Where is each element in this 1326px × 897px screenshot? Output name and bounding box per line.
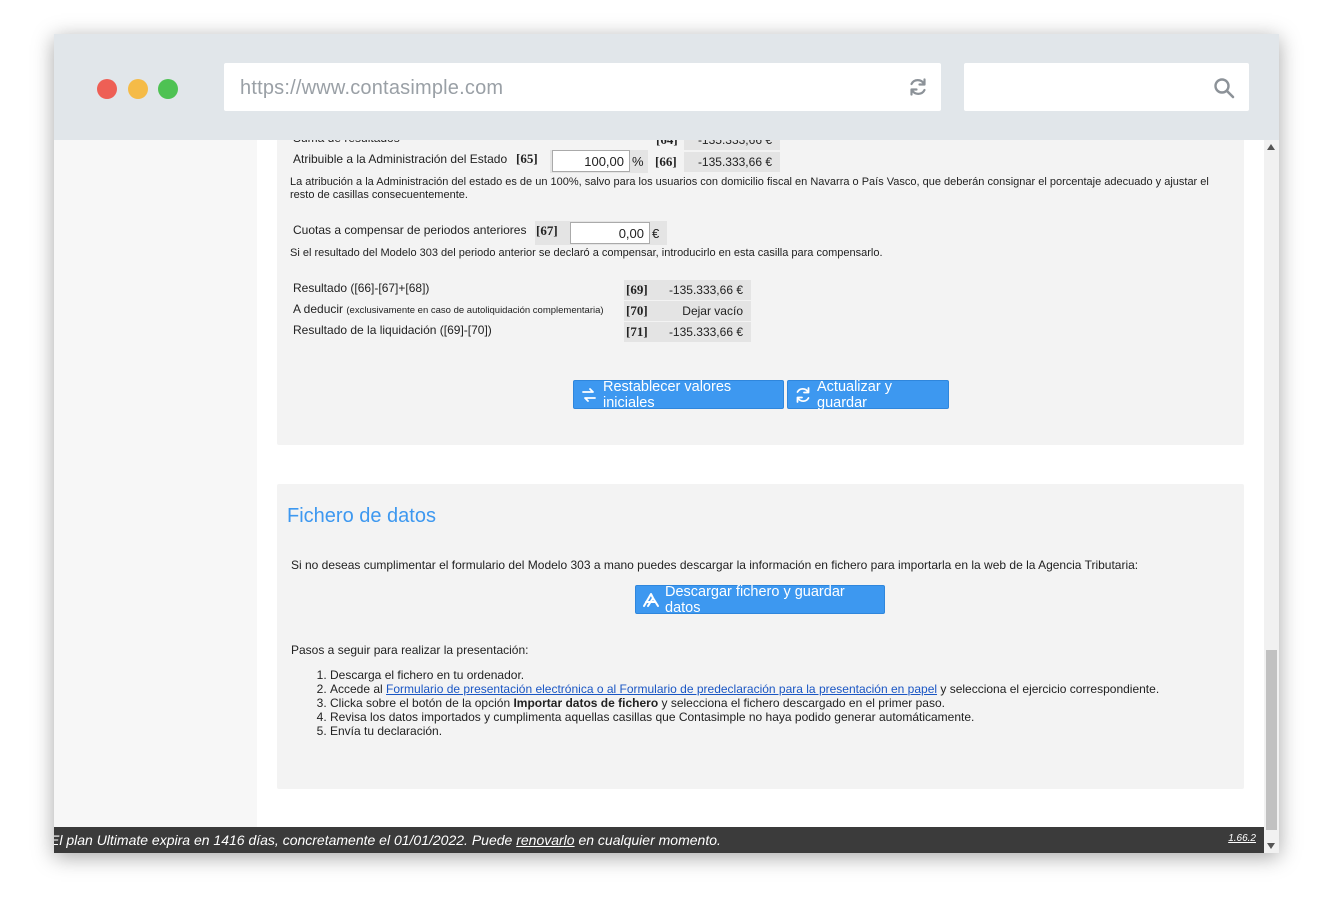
- row-65-label: Atribuible a la Administración del Estad…: [293, 152, 508, 166]
- aeat-form-link[interactable]: Formulario de presentación electrónica o…: [386, 682, 937, 696]
- percent-unit: %: [632, 154, 644, 169]
- row-67-box: [67]: [536, 223, 558, 238]
- step-5: Envía tu declaración.: [330, 724, 1159, 738]
- row-71-box: [71]: [626, 324, 648, 339]
- step-1: Descarga el fichero en tu ordenador.: [330, 668, 1159, 682]
- row-69-box: [69]: [626, 282, 648, 297]
- row-67-label: Cuotas a compensar de periodos anteriore…: [293, 223, 527, 237]
- row-71-label: Resultado de la liquidación ([69]-[70]): [293, 323, 492, 337]
- swap-arrows-icon: [580, 386, 598, 404]
- row-66-value: -135.333,66 €: [684, 152, 780, 172]
- browser-search-box[interactable]: [964, 63, 1249, 111]
- version-link[interactable]: 1.66.2: [1228, 833, 1256, 844]
- compensar-note: Si el resultado del Modelo 303 del perio…: [290, 247, 883, 259]
- steps-title: Pasos a seguir para realizar la presenta…: [291, 643, 529, 657]
- step-2: Accede al Formulario de presentación ele…: [330, 682, 1159, 696]
- plan-expiry-bar: El plan Ultimate expira en 1416 días, co…: [54, 827, 1264, 853]
- refresh-icon: [794, 386, 812, 404]
- scroll-up-arrow-icon[interactable]: [1267, 144, 1275, 150]
- browser-toolbar: https://www.contasimple.com: [54, 34, 1279, 140]
- row-70-box: [70]: [626, 303, 648, 318]
- close-window-button[interactable]: [97, 79, 117, 99]
- fichero-datos-panel: [277, 484, 1244, 789]
- step-3: Clicka sobre el botón de la opción Impor…: [330, 696, 1159, 710]
- renew-link[interactable]: renovarlo: [516, 832, 574, 848]
- aeat-logo-icon: [642, 591, 660, 609]
- browser-window: Suma de resultados [64] -135.333,66 € At…: [54, 34, 1279, 853]
- download-file-button[interactable]: Descargar fichero y guardar datos: [635, 583, 885, 616]
- cuotas-compensar-input[interactable]: 0,00: [570, 222, 650, 244]
- plan-expiry-text: El plan Ultimate expira en 1416 días, co…: [54, 832, 721, 848]
- maximize-window-button[interactable]: [158, 79, 178, 99]
- url-text: https://www.contasimple.com: [240, 77, 504, 99]
- search-icon[interactable]: [1213, 77, 1235, 99]
- update-save-button[interactable]: Actualizar y guardar: [787, 378, 949, 411]
- scroll-down-arrow-icon[interactable]: [1267, 843, 1275, 849]
- address-bar[interactable]: https://www.contasimple.com: [224, 63, 941, 111]
- minimize-window-button[interactable]: [128, 79, 148, 99]
- row-70-label: A deducir (exclusivamente en caso de aut…: [293, 302, 604, 316]
- page-scrollbar[interactable]: [1264, 140, 1279, 853]
- sidebar: [54, 140, 257, 830]
- atribuible-percentage-input[interactable]: 100,00: [552, 150, 630, 172]
- section-title: Fichero de datos: [287, 505, 436, 527]
- reset-values-button[interactable]: Restablecer valores iniciales: [573, 378, 784, 411]
- row-69-label: Resultado ([66]-[67]+[68]): [293, 281, 430, 295]
- reload-icon[interactable]: [907, 76, 929, 98]
- step-4: Revisa los datos importados y cumpliment…: [330, 710, 1159, 724]
- reset-values-label: Restablecer valores iniciales: [603, 378, 732, 411]
- row-65-box: [65]: [516, 151, 538, 166]
- fichero-intro: Si no deseas cumplimentar el formulario …: [291, 558, 1139, 572]
- euro-unit: €: [652, 226, 660, 241]
- download-file-label: Descargar fichero y guardar datos: [665, 583, 845, 616]
- scroll-thumb[interactable]: [1266, 650, 1277, 830]
- atribucion-note: La atribución a la Administración del es…: [290, 176, 1209, 201]
- steps-list: Descarga el fichero en tu ordenador. Acc…: [291, 668, 1159, 738]
- row-66-box: [66]: [655, 154, 677, 169]
- update-save-label: Actualizar y guardar: [817, 378, 892, 411]
